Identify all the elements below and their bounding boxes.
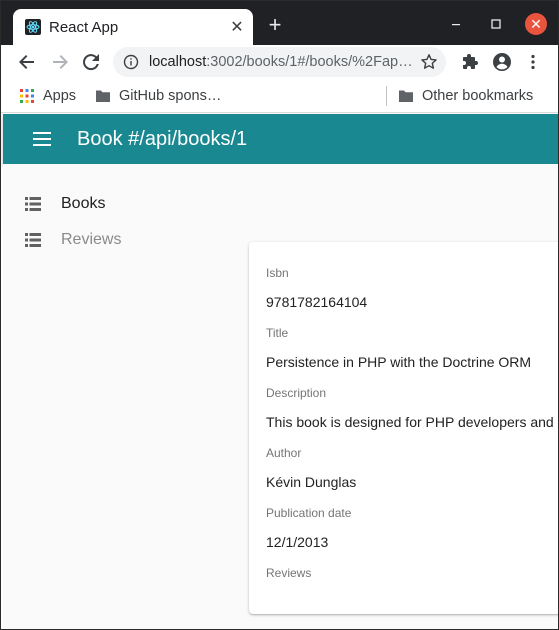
browser-window: React App ✕ + ✕ localhost:3002/books/1#/… — [0, 0, 559, 630]
main-content: Books Reviews Isbn 9781782164104 Title P… — [3, 164, 558, 629]
page-title: Book #/api/books/1 — [77, 127, 248, 150]
field-value: This book is designed for PHP developers… — [266, 414, 554, 430]
bookmark-github-label: GitHub spons… — [119, 88, 222, 104]
list-icon — [25, 232, 43, 248]
url-path: :3002/books/1#/books/%2Fap… — [206, 54, 413, 70]
field-label: Reviews — [266, 566, 312, 580]
react-logo-icon — [25, 19, 41, 35]
browser-tab[interactable]: React App ✕ — [13, 9, 253, 45]
browser-menu-icon[interactable] — [521, 50, 545, 74]
field-label: Publication date — [266, 506, 352, 520]
bookmark-other-label: Other bookmarks — [422, 88, 534, 104]
profile-avatar-icon[interactable] — [490, 50, 514, 74]
bookmark-star-icon[interactable] — [418, 51, 440, 73]
field-publication-date: Publication date 12/1/2013 — [266, 506, 558, 550]
bookmarks-divider — [386, 86, 387, 106]
url-text: localhost:3002/books/1#/books/%2Fap… — [149, 54, 418, 70]
field-value: Persistence in PHP with the Doctrine ORM — [266, 354, 532, 370]
sidebar-item-reviews[interactable]: Reviews — [3, 222, 243, 258]
field-value: 12/1/2013 — [266, 534, 329, 550]
bookmark-other[interactable]: Other bookmarks — [398, 85, 533, 107]
back-arrow-icon[interactable] — [15, 50, 39, 74]
bookmark-github[interactable]: GitHub spons… — [95, 85, 221, 107]
address-bar[interactable]: localhost:3002/books/1#/books/%2Fap… — [113, 47, 446, 77]
window-close-icon[interactable]: ✕ — [525, 13, 547, 35]
new-tab-button[interactable]: + — [263, 14, 287, 38]
sidebar-item-label: Books — [61, 195, 106, 212]
extensions-puzzle-icon[interactable] — [458, 50, 482, 74]
tab-title: React App — [49, 18, 119, 36]
apps-grid-icon — [19, 88, 35, 104]
book-detail-card: Isbn 9781782164104 Title Persistence in … — [249, 242, 558, 614]
reload-icon[interactable] — [79, 50, 103, 74]
field-title: Title Persistence in PHP with the Doctri… — [266, 326, 558, 370]
minimize-icon[interactable] — [445, 13, 467, 35]
bookmarks-bar: Apps GitHub spons… Other bookmarks — [1, 79, 558, 113]
field-label: Description — [266, 386, 327, 400]
forward-arrow-icon[interactable] — [48, 50, 72, 74]
url-host: localhost — [149, 54, 207, 70]
hamburger-menu-icon[interactable] — [27, 124, 57, 154]
field-label: Title — [266, 326, 289, 340]
browser-toolbar: localhost:3002/books/1#/books/%2Fap… — [1, 45, 558, 79]
field-label: Author — [266, 446, 302, 460]
site-info-icon[interactable] — [123, 54, 139, 70]
folder-icon — [95, 89, 111, 103]
bookmark-apps[interactable]: Apps — [19, 85, 76, 107]
field-isbn: Isbn 9781782164104 — [266, 266, 558, 310]
list-icon — [25, 196, 43, 212]
bookmark-apps-label: Apps — [43, 88, 77, 104]
field-author: Author Kévin Dunglas — [266, 446, 558, 490]
field-label: Isbn — [266, 266, 289, 280]
field-description: Description This book is designed for PH… — [266, 386, 558, 430]
tab-close-icon[interactable]: ✕ — [227, 17, 247, 37]
title-bar: React App ✕ + ✕ — [1, 1, 558, 45]
field-reviews: Reviews — [266, 566, 558, 580]
sidebar-item-books[interactable]: Books — [3, 186, 243, 222]
app-bar: Book #/api/books/1 — [3, 114, 558, 164]
folder-icon — [398, 89, 414, 103]
field-value: Kévin Dunglas — [266, 474, 357, 490]
maximize-icon[interactable] — [485, 13, 507, 35]
field-value: 9781782164104 — [266, 294, 368, 310]
sidebar-item-label: Reviews — [61, 231, 122, 248]
